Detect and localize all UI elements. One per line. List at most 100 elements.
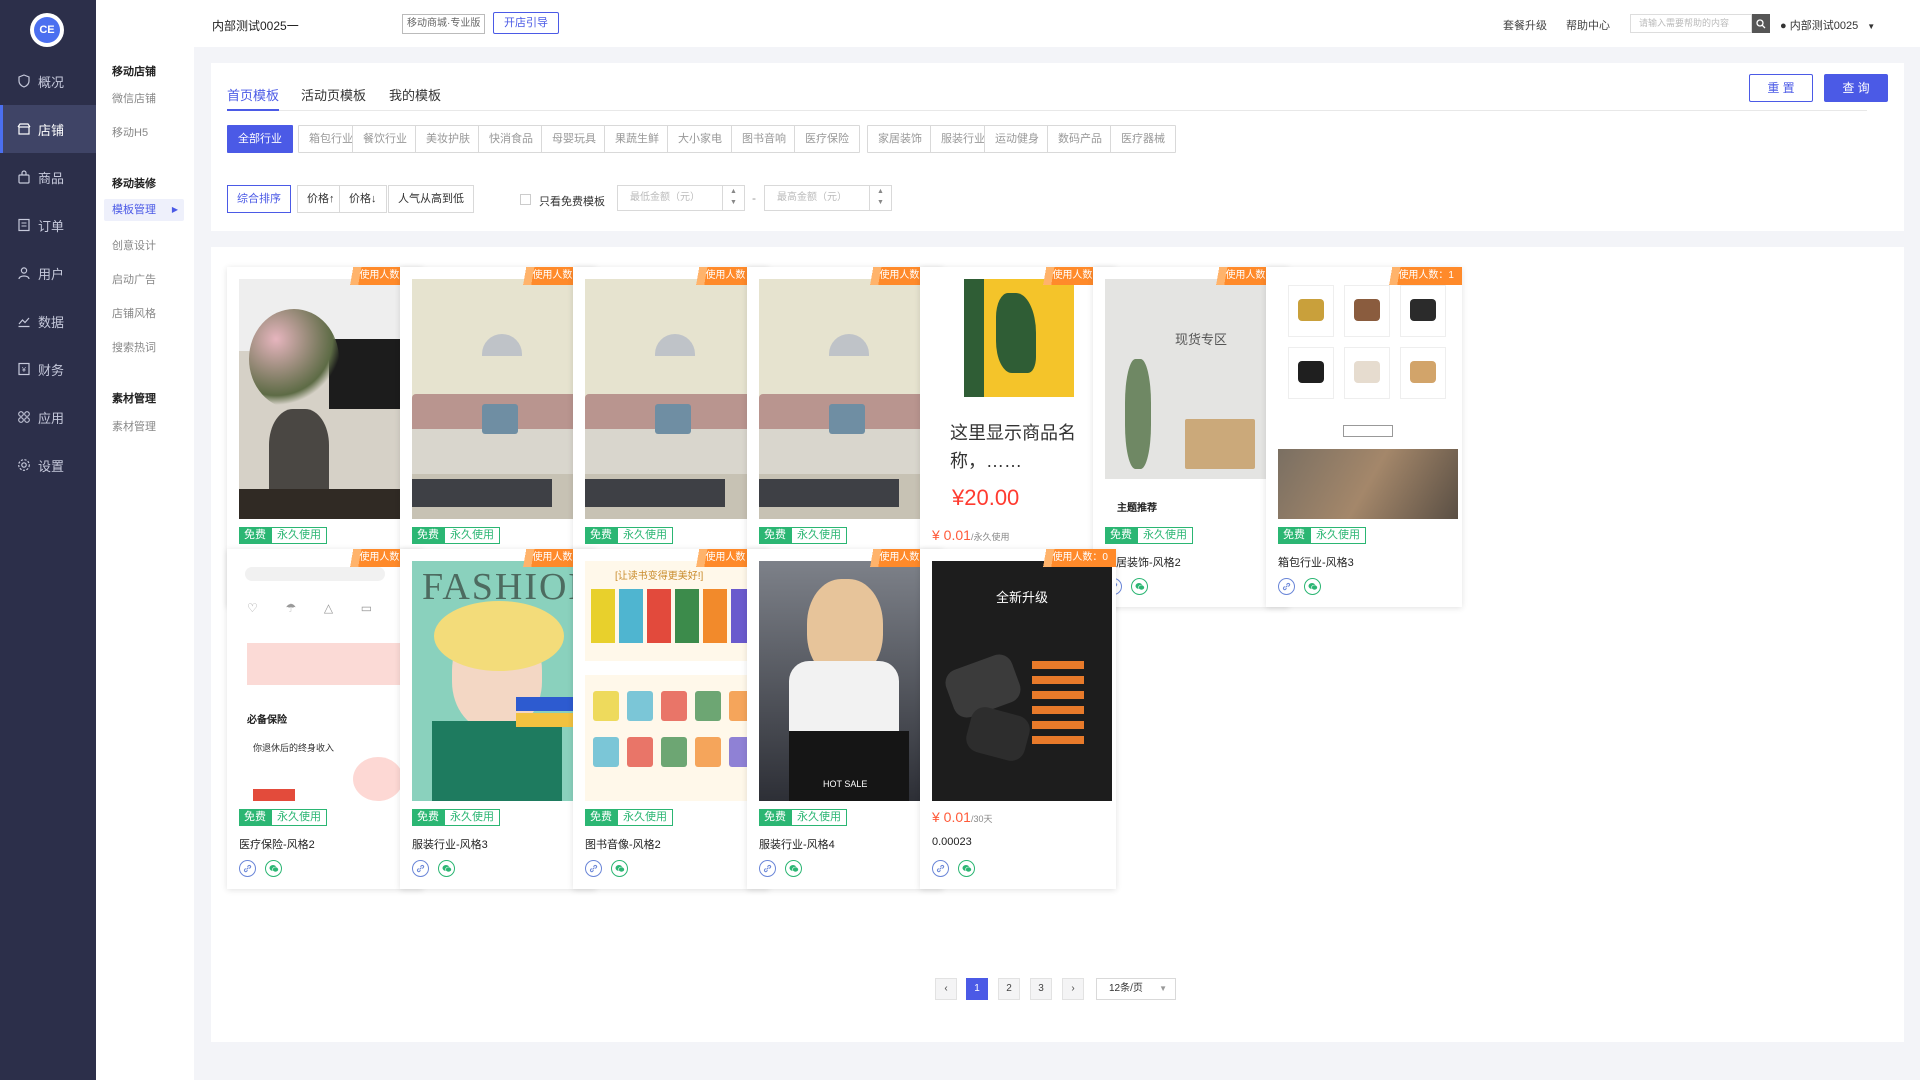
sidebar-item-bag[interactable]: 商品: [0, 153, 96, 201]
query-button[interactable]: 查 询: [1824, 74, 1888, 102]
wechat-icon[interactable]: [785, 860, 802, 877]
max-price-input[interactable]: 最高金额（元） ▲ ▼: [764, 185, 892, 211]
help-search-input[interactable]: 请输入需要帮助的内容: [1630, 14, 1752, 33]
subnav-item-wechat-store[interactable]: 微信店铺: [112, 90, 156, 106]
forever-label: 永久使用: [444, 809, 500, 826]
wechat-icon[interactable]: [438, 860, 455, 877]
page-button[interactable]: ›: [1062, 978, 1084, 1000]
search-button[interactable]: [1752, 14, 1770, 33]
free-only-checkbox[interactable]: [520, 194, 531, 205]
sidebar-item-chart[interactable]: 数据: [0, 297, 96, 345]
industry-chip[interactable]: 母婴玩具: [541, 125, 607, 153]
subnav-item-store-style[interactable]: 店铺风格: [112, 305, 156, 321]
industry-chip[interactable]: 果蔬生鲜: [604, 125, 670, 153]
link-icon[interactable]: [1278, 578, 1295, 595]
sidebar-item-store[interactable]: 店铺: [0, 105, 96, 153]
app-logo[interactable]: CE: [30, 13, 64, 47]
template-thumbnail[interactable]: HOT SALE: [759, 561, 939, 801]
template-card[interactable]: FASHION 使用人数：2 免费 永久使用 服装行业-风格3: [400, 549, 596, 889]
industry-chip[interactable]: 医疗器械: [1110, 125, 1176, 153]
upgrade-link[interactable]: 套餐升级: [1503, 17, 1547, 33]
template-thumbnail[interactable]: ♡☂△▭⌂ 必备保险 你退休后的终身收入: [239, 561, 419, 801]
industry-chip[interactable]: 家居装饰: [867, 125, 933, 153]
wechat-icon[interactable]: [958, 860, 975, 877]
template-thumbnail[interactable]: FASHION: [412, 561, 592, 801]
page-size-select[interactable]: 12条/页 ▼: [1096, 978, 1176, 1000]
industry-chip[interactable]: 餐饮行业: [352, 125, 418, 153]
min-price-input[interactable]: 最低金额（元） ▲ ▼: [617, 185, 745, 211]
help-link[interactable]: 帮助中心: [1566, 17, 1610, 33]
page-button[interactable]: 1: [966, 978, 988, 1000]
wechat-icon[interactable]: [1131, 578, 1148, 595]
tab-my-template[interactable]: 我的模板: [389, 85, 441, 104]
template-card[interactable]: [让读书变得更美好!] 使用人数：1 免费 永久使用 图书音像-风格2: [573, 549, 769, 889]
link-icon[interactable]: [759, 860, 776, 877]
industry-chip[interactable]: 全部行业: [227, 125, 293, 153]
sort-option[interactable]: 人气从高到低: [388, 185, 474, 213]
link-icon[interactable]: [239, 860, 256, 877]
stepper-icon[interactable]: ▲ ▼: [869, 186, 891, 210]
template-thumbnail[interactable]: 全新升级: [932, 561, 1112, 801]
sort-option[interactable]: 价格↑: [297, 185, 345, 213]
sort-option[interactable]: 价格↓: [339, 185, 387, 213]
stepper-icon[interactable]: ▲ ▼: [722, 186, 744, 210]
template-thumbnail[interactable]: [1278, 279, 1458, 519]
sidebar-item-dashboard[interactable]: 概况: [0, 57, 96, 105]
price-value: ¥ 0.01: [932, 809, 971, 825]
dashboard-icon: [16, 73, 32, 89]
page-button[interactable]: ‹: [935, 978, 957, 1000]
subnav-item-splash-ad[interactable]: 启动广告: [112, 271, 156, 287]
forever-label: 永久使用: [617, 809, 673, 826]
sort-option[interactable]: 综合排序: [227, 185, 291, 213]
tab-home-template[interactable]: 首页模板: [227, 85, 279, 104]
wechat-icon[interactable]: [265, 860, 282, 877]
shop-name[interactable]: 内部测试0025一: [212, 17, 299, 34]
industry-chip[interactable]: 数码产品: [1047, 125, 1113, 153]
thumb-section: 主题推荐: [1117, 503, 1157, 514]
sidebar-item-gear[interactable]: 设置: [0, 441, 96, 489]
thumb-price: ¥20.00: [952, 485, 1020, 510]
guide-button[interactable]: 开店引导: [493, 12, 559, 34]
sidebar-item-apps[interactable]: 应用: [0, 393, 96, 441]
link-icon[interactable]: [932, 860, 949, 877]
sidebar-item-finance[interactable]: ¥ 财务: [0, 345, 96, 393]
subnav-item-template-manage[interactable]: 模板管理 ▶: [104, 199, 184, 221]
tab-activity-template[interactable]: 活动页模板: [301, 85, 366, 104]
link-icon[interactable]: [585, 860, 602, 877]
sidebar-item-order[interactable]: 订单: [0, 201, 96, 249]
industry-chip[interactable]: 图书音响: [731, 125, 797, 153]
template-thumbnail[interactable]: 现货专区 主题推荐: [1105, 279, 1285, 519]
reset-button[interactable]: 重 置: [1749, 74, 1813, 102]
user-menu[interactable]: ● 内部测试0025 ▼: [1780, 17, 1875, 33]
link-icon[interactable]: [412, 860, 429, 877]
subnav-item-creative[interactable]: 创意设计: [112, 237, 156, 253]
thumb-product-name: 这里显示商品名称，……: [950, 423, 1076, 471]
template-name: 家居装饰-风格2: [1105, 557, 1181, 569]
wechat-icon[interactable]: [611, 860, 628, 877]
template-thumbnail[interactable]: [412, 279, 592, 519]
industry-chip[interactable]: 大小家电: [667, 125, 733, 153]
page-button[interactable]: 2: [998, 978, 1020, 1000]
template-thumbnail[interactable]: [585, 279, 765, 519]
template-card[interactable]: 使用人数：1 免费 永久使用 箱包行业-风格3: [1266, 267, 1462, 607]
template-thumbnail[interactable]: [让读书变得更美好!]: [585, 561, 765, 801]
template-card[interactable]: 全新升级 使用人数：0 ¥ 0.01/30天 0.00023: [920, 549, 1116, 889]
template-thumbnail[interactable]: [239, 279, 419, 519]
template-card[interactable]: ♡☂△▭⌂ 必备保险 你退休后的终身收入 使用人数：1 免费永久使用 医疗保险-…: [227, 549, 423, 889]
page-button[interactable]: 3: [1030, 978, 1052, 1000]
subnav-item-mobile-h5[interactable]: 移动H5: [112, 124, 148, 140]
sidebar-item-user[interactable]: 用户: [0, 249, 96, 297]
subnav-item-hot-words[interactable]: 搜索热词: [112, 339, 156, 355]
template-card[interactable]: HOT SALE 使用人数：1 免费 永久使用 服装行业-风格4: [747, 549, 943, 889]
free-tag: 免费 永久使用: [1105, 527, 1193, 544]
wechat-icon[interactable]: [1304, 578, 1321, 595]
industry-chip[interactable]: 运动健身: [984, 125, 1050, 153]
subnav-item-material[interactable]: 素材管理: [112, 418, 156, 434]
industry-chip[interactable]: 医疗保险: [794, 125, 860, 153]
template-thumbnail[interactable]: [759, 279, 939, 519]
thumb-title: 现货专区: [1174, 332, 1227, 347]
industry-chip[interactable]: 美妆护肤: [415, 125, 481, 153]
template-card[interactable]: 现货专区 主题推荐 使用人数：4 免费 永久使用 家居装饰-风格2: [1093, 267, 1289, 607]
template-thumbnail[interactable]: 这里显示商品名称，…… ¥20.00: [932, 279, 1112, 519]
industry-chip[interactable]: 快消食品: [478, 125, 544, 153]
